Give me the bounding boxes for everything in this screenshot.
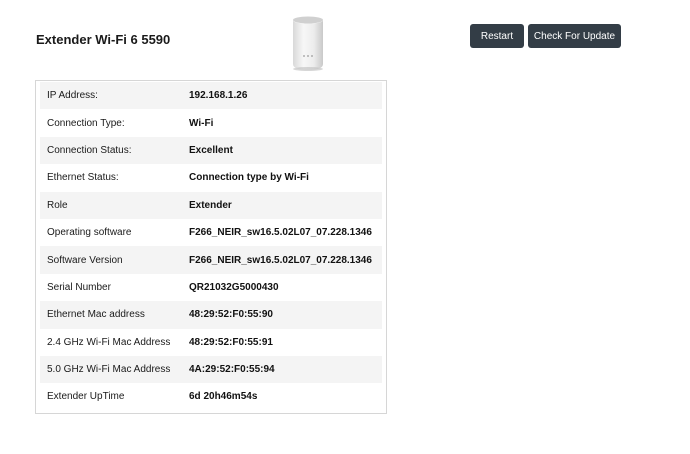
row-value: Connection type by Wi-Fi <box>189 172 309 184</box>
row-value: Extender <box>189 199 232 211</box>
row-label: Serial Number <box>47 281 111 293</box>
check-for-update-button[interactable]: Check For Update <box>528 24 621 48</box>
table-row: Role Extender <box>40 191 382 219</box>
row-value: F266_NEIR_sw16.5.02L07_07.228.1346 <box>189 227 372 239</box>
row-value: 48:29:52:F0:55:91 <box>189 336 273 348</box>
row-label: Software Version <box>47 254 123 266</box>
extender-device-icon <box>286 14 330 72</box>
row-value: 48:29:52:F0:55:90 <box>189 309 273 321</box>
table-row: Serial Number QR21032G5000430 <box>40 273 382 302</box>
row-value: Wi-Fi <box>189 117 214 129</box>
row-label: Connection Status: <box>47 144 132 156</box>
table-row: Connection Status: Excellent <box>40 136 382 165</box>
table-row: 2.4 GHz Wi-Fi Mac Address 48:29:52:F0:55… <box>40 328 382 356</box>
row-value: F266_NEIR_sw16.5.02L07_07.228.1346 <box>189 254 372 266</box>
table-row: Software Version F266_NEIR_sw16.5.02L07_… <box>40 246 382 274</box>
row-label: Ethernet Status: <box>47 172 119 184</box>
row-label: Operating software <box>47 227 132 239</box>
table-row: Extender UpTime 6d 20h46m54s <box>40 383 382 411</box>
table-row: 5.0 GHz Wi-Fi Mac Address 4A:29:52:F0:55… <box>40 355 382 384</box>
table-row: Ethernet Status: Connection type by Wi-F… <box>40 164 382 192</box>
table-row: Connection Type: Wi-Fi <box>40 109 382 137</box>
table-row: Ethernet Mac address 48:29:52:F0:55:90 <box>40 301 382 329</box>
row-value: Excellent <box>189 144 233 156</box>
table-row: Operating software F266_NEIR_sw16.5.02L0… <box>40 218 382 247</box>
extender-details-table: IP Address: 192.168.1.26 Connection Type… <box>35 80 387 414</box>
row-label: Role <box>47 199 68 211</box>
row-value: 192.168.1.26 <box>189 90 248 102</box>
device-title: Extender Wi-Fi 6 5590 <box>36 32 171 47</box>
row-label: Connection Type: <box>47 117 125 129</box>
row-label: 2.4 GHz Wi-Fi Mac Address <box>47 336 171 348</box>
table-row: IP Address: 192.168.1.26 <box>40 82 382 110</box>
restart-button[interactable]: Restart <box>470 24 524 48</box>
row-label: Extender UpTime <box>47 391 125 403</box>
row-label: IP Address: <box>47 90 98 102</box>
row-value: QR21032G5000430 <box>189 281 279 293</box>
row-value: 6d 20h46m54s <box>189 391 258 403</box>
row-value: 4A:29:52:F0:55:94 <box>189 364 275 376</box>
row-label: Ethernet Mac address <box>47 309 145 321</box>
row-label: 5.0 GHz Wi-Fi Mac Address <box>47 364 171 376</box>
